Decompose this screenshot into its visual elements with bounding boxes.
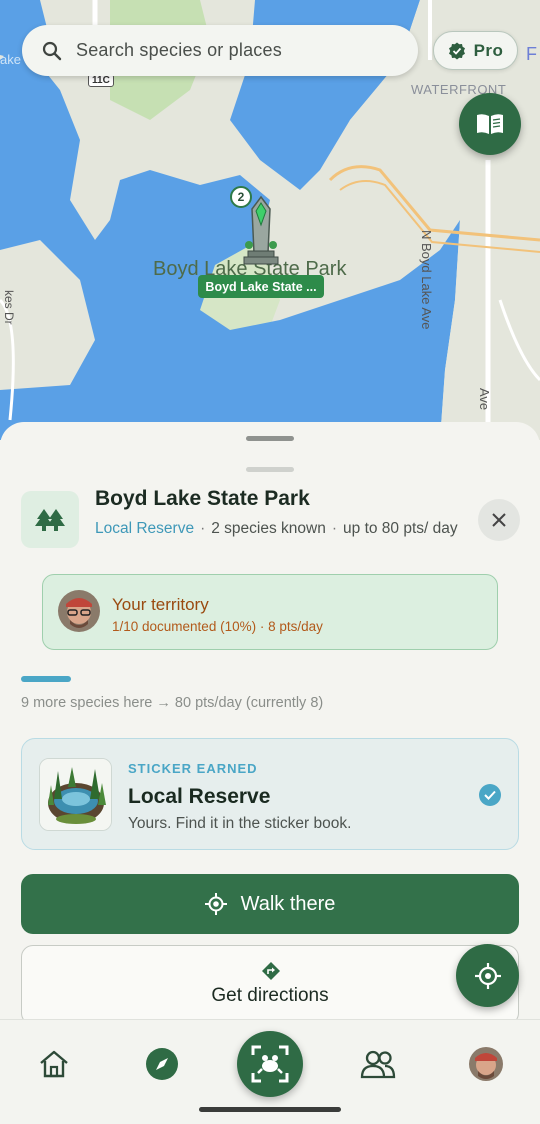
map-place-tag[interactable]: Boyd Lake State ... <box>198 275 324 298</box>
place-type-badge <box>21 491 79 548</box>
avatar <box>58 590 100 632</box>
sticker-title: Local Reserve <box>128 785 271 808</box>
sticker-eyebrow: STICKER EARNED <box>128 761 258 776</box>
sheet-secondary-handle[interactable] <box>246 467 294 472</box>
meta-separator: · <box>200 520 206 537</box>
open-book-icon <box>477 114 503 134</box>
nav-home-button[interactable] <box>34 1044 74 1084</box>
walk-there-button[interactable]: Walk there <box>21 874 519 934</box>
place-title: Boyd Lake State Park <box>95 487 310 510</box>
nav-friends-button[interactable] <box>358 1044 398 1084</box>
check-icon <box>479 784 501 806</box>
map-view[interactable]: WATERFRONT N Boyd Lake Ave Ave kes Dr ak… <box>0 0 540 440</box>
system-gesture-bar <box>199 1107 341 1112</box>
place-kind-link[interactable]: Local Reserve <box>95 520 194 537</box>
map-label-n-boyd-lake-ave: N Boyd Lake Ave <box>419 230 434 330</box>
nav-explore-button[interactable] <box>142 1044 182 1084</box>
locate-me-button[interactable] <box>456 944 519 1007</box>
crosshair-icon <box>474 962 501 989</box>
progress-fill <box>21 676 71 682</box>
territory-progress-text: 1/10 documented (10%) · 8 pts/day <box>112 619 323 634</box>
species-count-bubble[interactable]: 2 <box>230 186 252 208</box>
meta-separator: · <box>331 520 338 537</box>
search-input[interactable]: Search species or places <box>22 25 418 76</box>
search-icon <box>42 41 62 60</box>
get-directions-label: Get directions <box>211 985 329 1006</box>
compass-icon <box>146 1048 178 1080</box>
sticker-subtitle: Yours. Find it in the sticker book. <box>128 815 352 832</box>
map-label-edge: F <box>526 44 537 64</box>
home-icon <box>40 1050 68 1078</box>
location-target-icon <box>204 893 227 915</box>
sticker-book-button[interactable] <box>459 93 521 155</box>
territory-card[interactable]: Your territory 1/10 documented (10%) · 8… <box>42 574 498 650</box>
close-icon <box>492 513 506 527</box>
territory-title: Your territory <box>112 595 209 614</box>
sticker-image <box>39 758 112 831</box>
map-label-ave: Ave <box>477 388 492 411</box>
map-label-kes-dr: kes Dr <box>2 290 16 325</box>
verified-badge-icon <box>448 42 465 59</box>
sheet-drag-handle[interactable] <box>246 436 294 441</box>
frog-scan-icon <box>251 1045 289 1083</box>
turn-right-diamond-icon <box>262 962 280 980</box>
get-directions-button[interactable]: Get directions <box>21 945 519 1025</box>
place-meta: Local Reserve · 2 species known · up to 80 p… <box>95 519 465 539</box>
nav-capture-button[interactable] <box>237 1031 303 1097</box>
points-rate: up to 80 pts/ day <box>343 520 458 537</box>
documentation-progress-bar <box>21 676 519 682</box>
people-icon <box>360 1050 396 1079</box>
pro-button[interactable]: Pro <box>433 31 518 70</box>
avatar <box>469 1047 503 1081</box>
walk-there-label: Walk there <box>240 892 336 915</box>
bottom-navigation <box>0 1019 540 1124</box>
sticker-earned-card[interactable]: STICKER EARNED Local Reserve Yours. Find… <box>21 738 519 850</box>
search-placeholder: Search species or places <box>76 40 282 60</box>
species-known-count: 2 species known <box>211 520 326 537</box>
map-label-ake: ake <box>0 52 21 67</box>
progress-note: 9 more species here → 80 pts/day (curren… <box>21 695 324 711</box>
nav-profile-button[interactable] <box>466 1044 506 1084</box>
close-button[interactable] <box>478 499 520 541</box>
pro-label: Pro <box>473 40 504 60</box>
pine-trees-icon <box>35 508 65 531</box>
